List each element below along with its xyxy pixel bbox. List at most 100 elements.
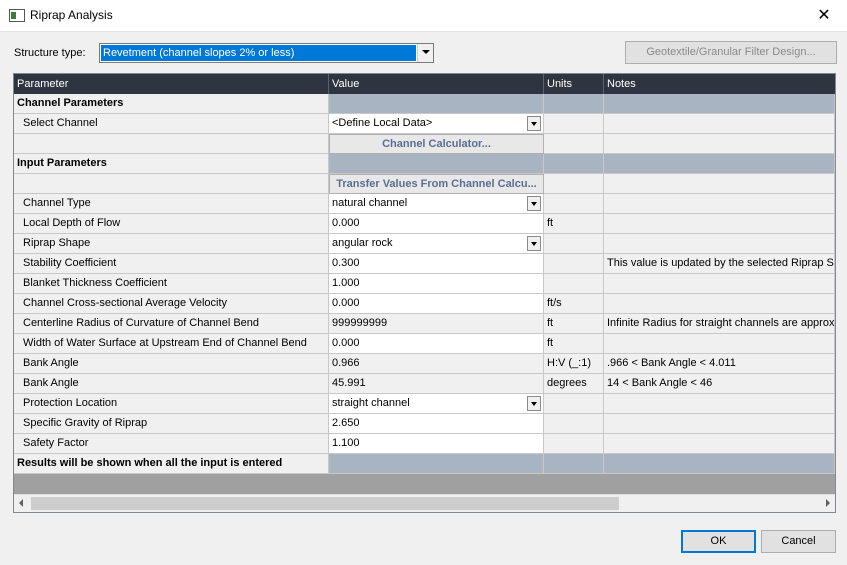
- value-text: angular rock: [332, 237, 393, 249]
- table-row: Select Channel <Define Local Data>: [14, 114, 835, 134]
- geotextile-filter-design-button[interactable]: Geotextile/Granular Filter Design...: [625, 41, 837, 64]
- value-input[interactable]: 0.000: [329, 214, 544, 234]
- section-row: Input Parameters: [14, 154, 835, 174]
- units-cell: ft: [544, 214, 604, 234]
- structure-type-value: Revetment (channel slopes 2% or less): [101, 45, 416, 61]
- section-title: Input Parameters: [14, 154, 329, 174]
- value-button[interactable]: Channel Calculator...: [329, 134, 544, 154]
- notes-cell: [604, 214, 835, 234]
- units-cell: [544, 394, 604, 414]
- section-band: [329, 454, 544, 474]
- notes-cell: [604, 134, 835, 154]
- horizontal-scrollbar[interactable]: [14, 494, 835, 512]
- value-readonly: 0.966: [329, 354, 544, 374]
- structure-type-label: Structure type:: [14, 47, 86, 59]
- parameter-label: Stability Coefficient: [14, 254, 329, 274]
- value-readonly: 45.991: [329, 374, 544, 394]
- parameter-label: Channel Type: [14, 194, 329, 214]
- units-cell: H:V (_:1): [544, 354, 604, 374]
- value-text: straight channel: [332, 397, 410, 409]
- value-text: natural channel: [332, 197, 408, 209]
- notes-cell: Infinite Radius for straight channels ar…: [604, 314, 835, 334]
- section-band: [544, 154, 604, 174]
- chevron-down-icon[interactable]: [527, 196, 541, 211]
- chevron-down-icon[interactable]: [527, 236, 541, 251]
- value-dropdown[interactable]: <Define Local Data>: [329, 114, 544, 134]
- units-cell: [544, 194, 604, 214]
- parameter-label: Bank Angle: [14, 374, 329, 394]
- column-header-value: Value: [329, 74, 544, 94]
- units-cell: [544, 434, 604, 454]
- value-readonly: 999999999: [329, 314, 544, 334]
- units-cell: [544, 134, 604, 154]
- units-cell: ft/s: [544, 294, 604, 314]
- table-row: Centerline Radius of Curvature of Channe…: [14, 314, 835, 334]
- units-cell: [544, 234, 604, 254]
- section-band: [604, 94, 835, 114]
- parameter-grid: Parameter Value Units Notes Channel Para…: [13, 73, 836, 513]
- notes-cell: [604, 274, 835, 294]
- parameter-label: Protection Location: [14, 394, 329, 414]
- notes-cell: [604, 434, 835, 454]
- column-header-units: Units: [544, 74, 604, 94]
- value-dropdown[interactable]: angular rock: [329, 234, 544, 254]
- structure-type-select[interactable]: Revetment (channel slopes 2% or less): [99, 43, 434, 63]
- section-band: [329, 94, 544, 114]
- parameter-label: Specific Gravity of Riprap: [14, 414, 329, 434]
- units-cell: [544, 174, 604, 194]
- parameter-label: [14, 174, 329, 194]
- scroll-right-icon[interactable]: [826, 499, 830, 507]
- section-row: Results will be shown when all the input…: [14, 454, 835, 474]
- section-band: [329, 154, 544, 174]
- parameter-label: Riprap Shape: [14, 234, 329, 254]
- close-icon[interactable]: ✕: [801, 0, 847, 31]
- notes-cell: [604, 114, 835, 134]
- parameter-label: Select Channel: [14, 114, 329, 134]
- table-row: Stability Coefficient 0.300 This value is …: [14, 254, 835, 274]
- ok-button[interactable]: OK: [681, 530, 756, 553]
- notes-cell: [604, 394, 835, 414]
- section-title: Channel Parameters: [14, 94, 329, 114]
- table-row: Channel Type natural channel: [14, 194, 835, 214]
- table-row: Channel Calculator...: [14, 134, 835, 154]
- chevron-down-icon[interactable]: [527, 116, 541, 131]
- notes-cell: [604, 234, 835, 254]
- chevron-down-icon[interactable]: [527, 396, 541, 411]
- section-title: Results will be shown when all the input…: [14, 454, 329, 474]
- window-title: Riprap Analysis: [30, 8, 113, 22]
- section-band: [604, 454, 835, 474]
- units-cell: [544, 274, 604, 294]
- value-input[interactable]: 0.300: [329, 254, 544, 274]
- value-button[interactable]: Transfer Values From Channel Calcu...: [329, 174, 544, 194]
- column-header-notes: Notes: [607, 78, 636, 90]
- cancel-button[interactable]: Cancel: [761, 530, 836, 553]
- table-row: Protection Location straight channel: [14, 394, 835, 414]
- scroll-left-icon[interactable]: [19, 499, 23, 507]
- units-cell: [544, 114, 604, 134]
- units-cell: [544, 414, 604, 434]
- value-input[interactable]: 0.000: [329, 294, 544, 314]
- notes-cell: .966 < Bank Angle < 4.011: [604, 354, 835, 374]
- parameter-label: Width of Water Surface at Upstream End o…: [14, 334, 329, 354]
- parameter-label: Safety Factor: [14, 434, 329, 454]
- table-row: Riprap Shape angular rock: [14, 234, 835, 254]
- table-row: Local Depth of Flow 0.000 ft: [14, 214, 835, 234]
- value-input[interactable]: 2.650: [329, 414, 544, 434]
- units-cell: [544, 254, 604, 274]
- chevron-down-icon[interactable]: [417, 44, 433, 62]
- parameter-label: [14, 134, 329, 154]
- table-row: Channel Cross-sectional Average Velocity…: [14, 294, 835, 314]
- app-icon: [9, 9, 25, 22]
- value-input[interactable]: 1.000: [329, 274, 544, 294]
- value-dropdown[interactable]: straight channel: [329, 394, 544, 414]
- scrollbar-thumb[interactable]: [31, 497, 619, 510]
- parameter-label: Local Depth of Flow: [14, 214, 329, 234]
- value-dropdown[interactable]: natural channel: [329, 194, 544, 214]
- value-input[interactable]: 1.100: [329, 434, 544, 454]
- title-bar: Riprap Analysis ✕: [0, 0, 847, 32]
- value-input[interactable]: 0.000: [329, 334, 544, 354]
- notes-cell: [604, 414, 835, 434]
- parameter-label: Blanket Thickness Coefficient: [14, 274, 329, 294]
- units-cell: ft: [544, 314, 604, 334]
- section-band: [544, 94, 604, 114]
